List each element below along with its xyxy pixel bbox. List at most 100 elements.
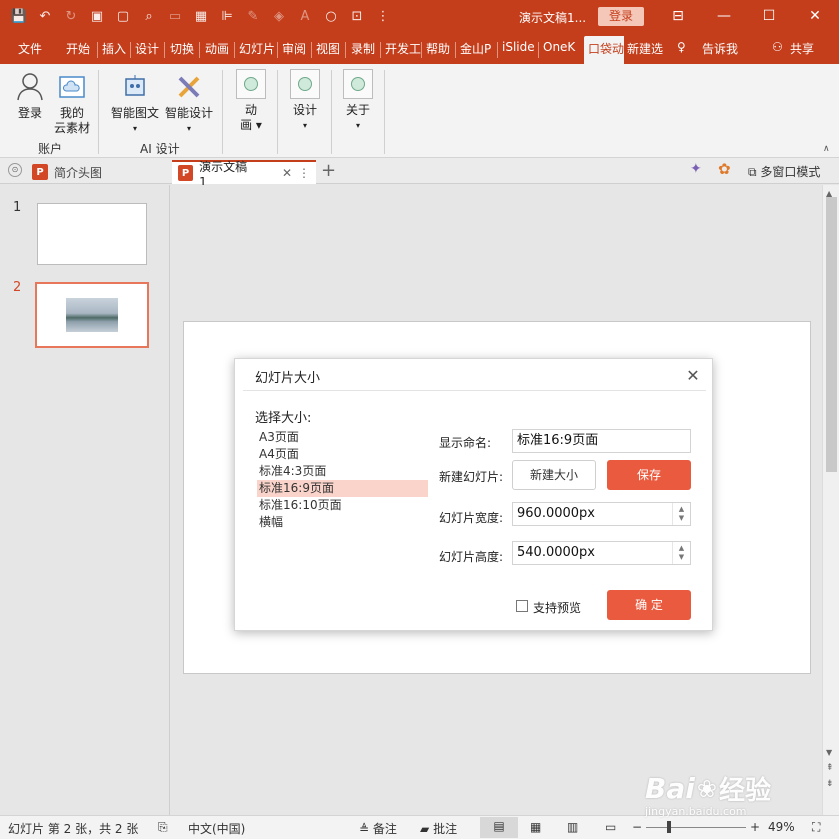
slide-thumbnail-1[interactable] — [37, 203, 147, 265]
print-preview-icon[interactable]: ⌕ — [140, 6, 158, 26]
size-option-16-9[interactable]: 标准16:9页面 — [257, 480, 428, 497]
new-size-button[interactable]: 新建大小 — [512, 460, 596, 490]
language-status[interactable]: 中文(中国) — [188, 820, 245, 837]
circle-shape-icon[interactable]: ○ — [322, 6, 340, 26]
slide-thumbnail-2[interactable] — [35, 282, 149, 348]
zoom-slider[interactable] — [646, 827, 746, 828]
scroll-down-icon[interactable]: ▼ — [826, 748, 832, 757]
lightbulb-icon[interactable]: ♀ — [677, 40, 686, 54]
animation-button[interactable]: 动 画 ▾ — [233, 69, 269, 133]
share-icon[interactable]: ⚇ — [772, 40, 783, 54]
collapse-ribbon-icon[interactable]: ∧ — [823, 144, 830, 154]
ok-button[interactable]: 确 定 — [607, 590, 691, 620]
tab-record[interactable]: 录制 — [351, 40, 375, 57]
reading-view-icon[interactable]: ▥ — [567, 820, 578, 834]
tab-pocket-animation[interactable]: 口袋动 — [584, 36, 624, 64]
about-button[interactable]: 关于 ▾ — [340, 69, 376, 133]
vertical-scrollbar[interactable]: ▲ ▼ ⇞ ⇟ — [822, 185, 839, 815]
more-icon[interactable]: ⋮ — [374, 6, 392, 26]
tell-me-search[interactable]: 告诉我 — [702, 40, 738, 57]
tab-onekey[interactable]: OneK — [543, 40, 575, 54]
tab-menu-icon[interactable]: ⋮ — [298, 166, 310, 180]
settings-gear-icon[interactable]: ✿ — [718, 160, 731, 178]
minimize-icon[interactable]: — — [714, 6, 734, 26]
fill-icon[interactable]: ◈ — [270, 6, 288, 26]
doc-tab-presentation[interactable]: P 演示文稿1 ✕ ⋮ — [172, 160, 316, 189]
doc-tab-intro[interactable]: P 简介头图 — [32, 160, 102, 184]
new-file-icon[interactable]: ▢ — [114, 6, 132, 26]
tab-islide[interactable]: iSlide — [502, 40, 535, 54]
tab-insert[interactable]: 插入 — [102, 40, 126, 57]
tab-transitions[interactable]: 切换 — [170, 40, 194, 57]
save-icon[interactable]: 💾 — [10, 6, 28, 26]
new-tab-icon[interactable]: + — [321, 160, 336, 181]
notes-button[interactable]: ≜ 备注 — [359, 820, 397, 837]
save-button[interactable]: 保存 — [607, 460, 691, 490]
width-spinner[interactable]: ▲ ▼ — [672, 503, 690, 525]
slideshow-icon[interactable]: ▣ — [88, 6, 106, 26]
login-button[interactable]: 登录 — [598, 7, 644, 26]
tab-view[interactable]: 视图 — [316, 40, 340, 57]
slideshow-view-icon[interactable]: ▭ — [605, 820, 616, 834]
tab-new[interactable]: 新建选 — [627, 40, 663, 57]
size-option-banner[interactable]: 横幅 — [257, 514, 428, 531]
tab-design[interactable]: 设计 — [135, 40, 159, 57]
crop-icon[interactable]: ⊡ — [348, 6, 366, 26]
eyedropper-icon[interactable]: ✎ — [244, 6, 262, 26]
tab-help[interactable]: 帮助 — [426, 40, 450, 57]
undo-icon[interactable]: ↶ — [36, 6, 54, 26]
tab-review[interactable]: 审阅 — [282, 40, 306, 57]
tab-kingsoft[interactable]: 金山P — [460, 40, 491, 57]
zoom-slider-thumb[interactable] — [667, 821, 671, 833]
normal-view-icon[interactable]: ▤ — [480, 817, 518, 838]
tab-developer[interactable]: 开发工 — [385, 40, 421, 57]
multi-window-mode[interactable]: ⧉ 多窗口模式 — [748, 163, 820, 180]
size-option-4-3[interactable]: 标准4:3页面 — [257, 463, 428, 480]
close-window-icon[interactable]: ✕ — [805, 6, 825, 26]
zoom-level[interactable]: 49% — [768, 820, 795, 834]
close-tab-icon[interactable]: ✕ — [282, 166, 292, 180]
ribbon-display-icon[interactable]: ⊟ — [668, 6, 688, 26]
cloud-material-button[interactable]: 我的 云素材 — [52, 72, 92, 136]
spellcheck-icon[interactable]: ⎘ — [158, 820, 168, 835]
redo-icon[interactable]: ↻ — [62, 6, 80, 26]
width-field[interactable]: 960.0000px ▲ ▼ — [512, 502, 691, 526]
spin-down-icon[interactable]: ▼ — [679, 553, 684, 562]
size-option-a4[interactable]: A4页面 — [257, 446, 428, 463]
previous-slide-icon[interactable]: ⇞ — [826, 763, 834, 773]
zoom-out-icon[interactable]: − — [632, 820, 642, 834]
comments-button[interactable]: ▰ 批注 — [420, 820, 457, 837]
display-name-field[interactable]: 标准16:9页面 — [512, 429, 691, 453]
height-field[interactable]: 540.0000px ▲ ▼ — [512, 541, 691, 565]
font-color-icon[interactable]: A — [296, 6, 314, 26]
spin-up-icon[interactable]: ▲ — [679, 544, 684, 553]
grid-icon[interactable]: ▦ — [192, 6, 210, 26]
slide-sorter-icon[interactable]: ▦ — [530, 820, 541, 834]
maximize-icon[interactable]: ☐ — [759, 6, 779, 26]
magic-icon[interactable]: ✦ — [690, 161, 702, 177]
tab-home[interactable]: 开始 — [66, 40, 90, 57]
folder-icon[interactable]: ▭ — [166, 6, 184, 26]
login-ribbon-button[interactable]: 登录 — [12, 72, 48, 121]
align-icon[interactable]: ⊫ — [218, 6, 236, 26]
design-icon — [290, 69, 320, 99]
zoom-in-icon[interactable]: + — [750, 820, 760, 834]
design-button[interactable]: 设计 ▾ — [287, 69, 323, 133]
spin-down-icon[interactable]: ▼ — [679, 514, 684, 523]
size-option-16-10[interactable]: 标准16:10页面 — [257, 497, 428, 514]
size-option-a3[interactable]: A3页面 — [257, 429, 428, 446]
next-slide-icon[interactable]: ⇟ — [826, 779, 834, 789]
tab-animations[interactable]: 动画 — [205, 40, 229, 57]
close-icon[interactable]: ✕ — [685, 368, 701, 384]
smart-design-button[interactable]: 智能设计 ▾ — [162, 72, 216, 136]
smart-graphic-button[interactable]: 智能图文 ▾ — [108, 72, 162, 136]
fit-to-window-icon[interactable]: ⛶ — [812, 820, 820, 835]
height-spinner[interactable]: ▲ ▼ — [672, 542, 690, 564]
tab-manager-icon[interactable]: ⊙ — [8, 163, 22, 177]
preview-checkbox[interactable] — [516, 600, 528, 612]
scroll-thumb[interactable] — [826, 197, 837, 472]
spin-up-icon[interactable]: ▲ — [679, 505, 684, 514]
tab-file[interactable]: 文件 — [18, 40, 42, 57]
share-button[interactable]: 共享 — [790, 40, 814, 57]
tab-slideshow[interactable]: 幻灯片 — [239, 40, 275, 57]
